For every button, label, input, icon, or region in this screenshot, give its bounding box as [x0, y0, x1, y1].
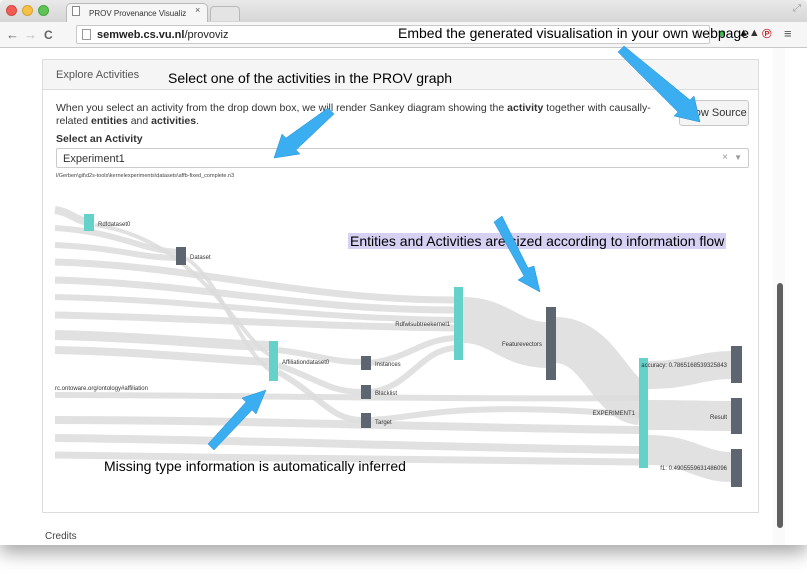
node-accuracy[interactable] — [731, 346, 742, 383]
sankey-link — [369, 345, 456, 395]
node-label: Rdfwlsubtreekernel1 — [395, 322, 450, 328]
node-featurevectors[interactable] — [546, 307, 556, 380]
menu-icon[interactable]: ≡ — [784, 26, 792, 41]
minimize-window-button[interactable] — [22, 5, 33, 16]
tab-close-icon[interactable]: × — [195, 5, 200, 15]
node-label: f1: 0.4905559631486096 — [660, 466, 727, 472]
close-window-button[interactable] — [6, 5, 17, 16]
back-button[interactable]: ← — [6, 27, 19, 42]
node-label: Blacklist — [375, 391, 397, 397]
node-instances[interactable] — [361, 356, 371, 370]
tab-title: PROV Provenance Visualiz — [89, 9, 187, 18]
node-affiliationdataset0[interactable] — [269, 341, 278, 381]
sankey-link — [647, 435, 732, 482]
url-path: /provoviz — [184, 29, 229, 41]
node-result[interactable] — [731, 398, 742, 434]
node-rdfwlsubtreekernel1[interactable] — [454, 287, 463, 360]
node-blacklist[interactable] — [361, 385, 371, 399]
node-experiment1[interactable] — [639, 358, 648, 468]
pinterest-icon[interactable]: ℗ — [762, 26, 772, 41]
scrollbar-thumb[interactable] — [777, 283, 783, 528]
node-label: Target — [375, 420, 392, 426]
url-host: semweb.cs.vu.nl — [97, 29, 185, 41]
callout-embed: Embed the generated visualisation in you… — [398, 25, 750, 41]
node-label: Instances — [375, 362, 401, 368]
maximize-window-button[interactable] — [38, 5, 49, 16]
document-icon — [72, 6, 80, 16]
node-label: accuracy: 0.7865168539325843 — [641, 363, 727, 369]
node-target[interactable] — [361, 413, 371, 428]
node-label: Featurevectors — [502, 342, 542, 348]
callout-missing: Missing type information is automaticall… — [104, 458, 406, 474]
node-label: Rdfdataset0 — [98, 222, 131, 228]
sankey-link — [54, 330, 271, 351]
reload-button[interactable]: C — [44, 28, 53, 42]
node-label: Dataset — [190, 255, 211, 261]
sankey-link — [54, 206, 89, 226]
callout-sized: Entities and Activities are sized accord… — [348, 233, 727, 249]
sankey-link — [552, 317, 646, 425]
node-rdfdataset0[interactable] — [84, 214, 94, 231]
url-text: semweb.cs.vu.nl/provoviz — [97, 29, 228, 41]
node-dataset[interactable] — [176, 247, 186, 265]
callout-select: Select one of the activities in the PROV… — [168, 70, 453, 86]
node-f1[interactable] — [731, 449, 742, 487]
sankey-link — [54, 346, 271, 366]
tab-bar: PROV Provenance Visualiz × ⤢ — [0, 0, 807, 22]
credits-heading[interactable]: Credits — [45, 531, 77, 542]
node-label: Affiliationdataset0 — [282, 360, 330, 366]
forward-button[interactable]: → — [24, 27, 37, 42]
node-label: EXPERIMENT1 — [593, 411, 636, 417]
sankey-link — [54, 392, 641, 402]
side-label: rc.ontoware.org/ontology#affiliation — [55, 386, 148, 392]
page-icon — [82, 29, 91, 40]
browser-tab[interactable]: PROV Provenance Visualiz — [66, 3, 208, 22]
new-tab-button[interactable] — [210, 6, 240, 21]
fullscreen-icon[interactable]: ⤢ — [793, 3, 801, 14]
sankey-link — [54, 434, 641, 454]
node-label: Result — [710, 415, 727, 421]
sankey-link — [54, 416, 641, 434]
